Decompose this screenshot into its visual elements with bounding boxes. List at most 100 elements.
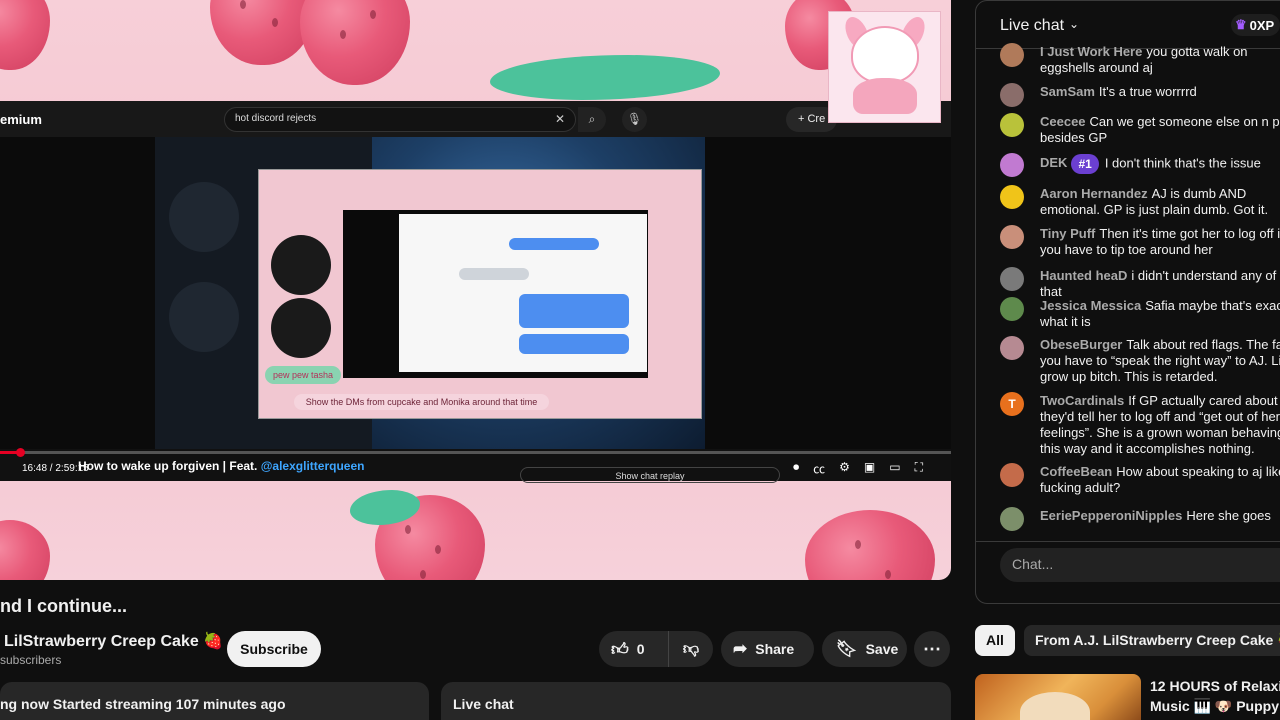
avatar <box>271 298 331 358</box>
avatar <box>169 182 239 252</box>
chat-author[interactable]: DEK <box>1040 155 1067 170</box>
autoplay-toggle-icon: ⏺ <box>793 460 800 474</box>
xp-badge[interactable]: ♛ 0XP <box>1231 14 1280 36</box>
chat-author[interactable]: Jessica Messica <box>1040 298 1141 313</box>
chat-input[interactable]: Chat... <box>1000 548 1280 582</box>
chat-author[interactable]: Haunted heaD <box>1040 268 1127 283</box>
chat-body: I don't think that's the issue <box>1104 155 1261 171</box>
youtube-watch-page: emium hot discord rejects ✕ ⌕ 🎙 + Cre pe… <box>0 0 1280 720</box>
chat-message-text: Aaron Hernandez AJ is dumb AND emotional.… <box>1040 186 1280 218</box>
mascot-body <box>853 78 917 114</box>
puppy-image <box>1020 692 1090 720</box>
thumbs-down-icon: 👎︎ <box>682 640 700 658</box>
theater-icon: ▭ <box>889 460 901 474</box>
thumbs-up-icon: 👍︎ <box>611 639 629 659</box>
mascot-overlay <box>828 11 941 123</box>
chat-author[interactable]: SamSam <box>1040 84 1095 99</box>
subscriber-count: subscribers <box>0 653 62 667</box>
search-icon: ⌕ <box>578 107 606 132</box>
video-title: nd I continue... <box>0 596 127 616</box>
avatar[interactable] <box>1000 43 1024 67</box>
inner-search-input: hot discord rejects ✕ <box>224 107 576 132</box>
progress-bar <box>0 448 951 457</box>
share-button[interactable]: ➦ Share <box>721 631 814 667</box>
avatar[interactable] <box>1000 225 1024 249</box>
avatar[interactable] <box>1000 153 1024 177</box>
avatar[interactable] <box>1000 113 1024 137</box>
rec-title-line1: 12 HOURS of Relaxing <box>1150 678 1280 694</box>
strawberry-decoration <box>300 0 410 85</box>
avatar[interactable] <box>1000 463 1024 487</box>
player-controls: ⏺ ㏄ ⚙ ▣ ▭ ⛶ <box>793 460 923 477</box>
chat-message-text: Jessica MessicaSafia maybe that's exactl… <box>1040 298 1280 330</box>
avatar[interactable]: T <box>1000 392 1024 416</box>
subscribe-button[interactable]: Subscribe <box>227 631 321 667</box>
like-dislike-group: 👍︎ 0 👎︎ <box>599 631 713 667</box>
xp-value: 0XP <box>1249 17 1275 33</box>
chat-message-text: DEK #1 I don't think that's the issue <box>1040 154 1280 174</box>
screen-capture: emium hot discord rejects ✕ ⌕ 🎙 + Cre pe… <box>0 101 951 483</box>
avatar[interactable] <box>1000 267 1024 291</box>
stream-chip: pew pew tasha <box>265 366 342 384</box>
chat-messages: I Just Work Here you gotta walk on eggshe… <box>976 41 1280 541</box>
dm-bubble <box>519 334 629 354</box>
chat-author[interactable]: Aaron Hernandez <box>1040 186 1148 201</box>
inner-brand: emium <box>0 112 42 127</box>
avatar <box>169 282 239 352</box>
strawberry-decoration <box>210 0 315 65</box>
description-panel[interactable]: ng now Started streaming 107 minutes ago <box>0 682 429 720</box>
chat-body: It's a true worrrrd <box>1098 84 1197 99</box>
chevron-down-icon[interactable]: ⌄ <box>1069 17 1079 31</box>
save-button[interactable]: 🔖︎ Save <box>822 631 907 667</box>
avatar <box>271 235 331 295</box>
recommendation-title[interactable]: 12 HOURS of Relaxing Music 🎹 🐶 Puppy Sle… <box>1150 676 1280 716</box>
chat-message-text: CoffeeBean How about speaking to aj like … <box>1040 464 1280 496</box>
chat-message-text: TwoCardinals If GP actually cared about A… <box>1040 393 1280 457</box>
inner-video: pew pew tasha Show the DMs from cupcake … <box>0 137 951 476</box>
more-actions-button[interactable]: ⋯ <box>914 631 950 667</box>
inner-title-mention: @alexglitterqueen <box>260 459 365 473</box>
chip-all[interactable]: All <box>975 625 1015 656</box>
dislike-button[interactable]: 👎︎ <box>669 631 713 667</box>
more-icon: ⋯ <box>923 638 941 659</box>
chat-message-text: ObeseBurger Talk about red flags. The fac… <box>1040 337 1280 385</box>
bookmark-icon: 🔖︎ <box>836 639 858 658</box>
channel-name[interactable]: LilStrawberry Creep Cake 🍓 <box>4 631 223 651</box>
inner-title-text: How to wake up forgiven | Feat. <box>78 459 261 473</box>
crown-icon: ♛ <box>1235 17 1247 32</box>
chat-author[interactable]: ObeseBurger <box>1040 337 1122 352</box>
live-chat-panel[interactable]: Live chat <box>441 682 951 720</box>
dm-chat <box>399 214 647 372</box>
like-button[interactable]: 👍︎ 0 <box>599 631 669 667</box>
chat-title[interactable]: Live chat <box>1000 17 1064 35</box>
chat-author[interactable]: Tiny Puff <box>1040 226 1095 241</box>
show-chat-replay: Show chat replay <box>520 467 780 483</box>
chat-author[interactable]: EeriePepperoniNipples <box>1040 508 1182 523</box>
stream-status: ng now Started streaming 107 minutes ago <box>0 696 286 712</box>
chat-author[interactable]: TwoCardinals <box>1040 393 1124 408</box>
strawberry-decoration <box>0 0 50 70</box>
dm-window <box>343 210 648 378</box>
chat-author[interactable]: I Just Work Here <box>1040 44 1142 59</box>
leaf-decoration <box>490 55 720 100</box>
dm-bubble <box>509 238 599 250</box>
rank-badge: #1 <box>1071 154 1099 174</box>
avatar[interactable] <box>1000 83 1024 107</box>
avatar[interactable] <box>1000 185 1024 209</box>
inner-video-title: How to wake up forgiven | Feat. @alexgli… <box>78 459 364 473</box>
avatar[interactable] <box>1000 507 1024 531</box>
chat-message-text: Ceecee Can we get someone else on n pass … <box>1040 114 1280 146</box>
share-label: Share <box>755 641 795 657</box>
inner-search-value: hot discord rejects <box>235 113 317 124</box>
dm-bubble <box>459 268 529 280</box>
recommendation-thumbnail[interactable] <box>975 674 1141 720</box>
chat-author[interactable]: CoffeeBean <box>1040 464 1112 479</box>
avatar[interactable] <box>1000 336 1024 360</box>
inner-window: pew pew tasha Show the DMs from cupcake … <box>258 169 702 419</box>
video-player[interactable]: emium hot discord rejects ✕ ⌕ 🎙 + Cre pe… <box>0 0 951 580</box>
chat-message-text: EeriePepperoniNipples Here she goes <box>1040 508 1280 524</box>
mascot-head <box>851 26 919 84</box>
chip-from-channel[interactable]: From A.J. LilStrawberry Creep Cake 🍓 <box>1024 625 1280 656</box>
avatar[interactable] <box>1000 297 1024 321</box>
chat-author[interactable]: Ceecee <box>1040 114 1086 129</box>
